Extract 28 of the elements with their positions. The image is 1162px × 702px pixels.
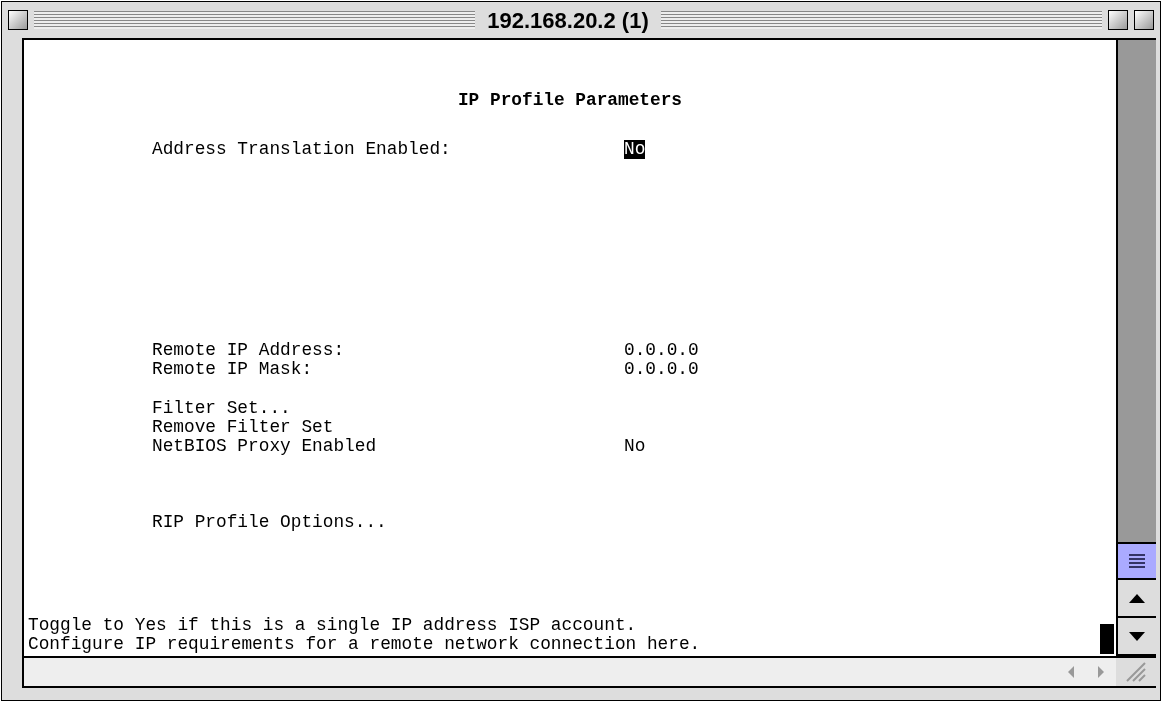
resize-grip-icon[interactable] [1125, 661, 1147, 683]
menu-option[interactable]: Remote IP Mask: [152, 359, 313, 379]
option-value[interactable]: 0.0.0.0 [624, 360, 699, 379]
right-arrow-icon [1098, 666, 1104, 678]
help-text: Toggle to Yes if this is a single IP address ISP account. [28, 615, 637, 635]
menu-option[interactable]: RIP Profile Options... [152, 512, 387, 532]
left-arrow-icon [1068, 666, 1074, 678]
menu-option[interactable]: Address Translation Enabled: [152, 139, 451, 159]
option-value[interactable]: No [624, 140, 646, 159]
down-arrow-icon [1129, 631, 1145, 641]
window-title: 192.168.20.2 (1) [486, 6, 650, 35]
option-value[interactable]: 0.0.0.0 [624, 341, 699, 360]
zoom-button[interactable] [1108, 10, 1128, 30]
help-text: Configure IP requirements for a remote network connection here. [28, 634, 701, 654]
scroll-up-button[interactable] [1118, 580, 1156, 618]
text-cursor [1100, 624, 1114, 654]
menu-option[interactable]: NetBIOS Proxy Enabled [152, 436, 377, 456]
menu-option[interactable]: Remote IP Address: [152, 340, 345, 360]
up-arrow-icon [1129, 593, 1145, 603]
option-value[interactable]: No [624, 437, 646, 456]
close-button[interactable] [8, 10, 28, 30]
scroll-thumb[interactable] [1118, 542, 1156, 580]
grip-icon [1127, 551, 1147, 571]
menu-option[interactable]: Remove Filter Set [152, 417, 334, 437]
collapse-button[interactable] [1134, 10, 1154, 30]
scroll-down-button[interactable] [1118, 618, 1156, 656]
screen-heading: IP Profile Parameters [457, 91, 683, 110]
menu-option[interactable]: Filter Set... [152, 398, 291, 418]
